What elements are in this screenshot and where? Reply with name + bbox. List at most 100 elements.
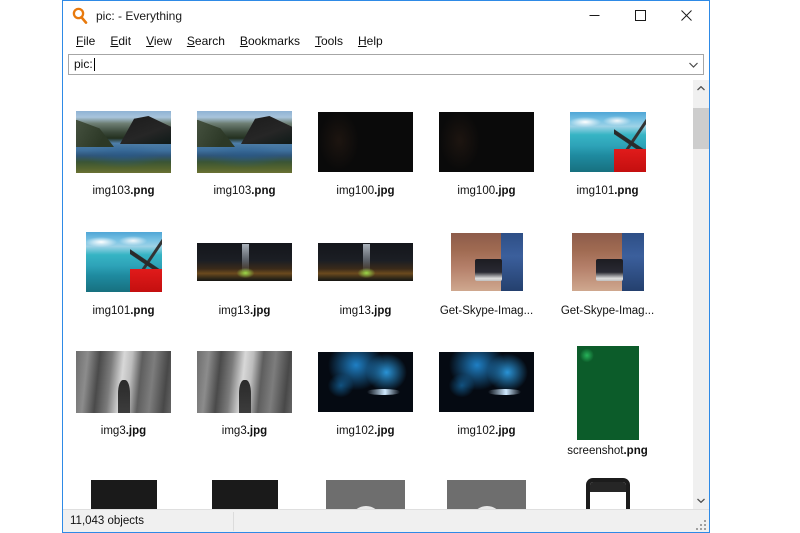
file-label: img103.png	[214, 185, 276, 198]
list-item[interactable]: img103.png	[63, 98, 184, 218]
file-thumbnail	[197, 111, 292, 173]
thumbnail-frame	[570, 104, 646, 180]
list-item[interactable]: img100.jpg	[426, 98, 547, 218]
menu-tools[interactable]: Tools	[308, 33, 351, 49]
close-button[interactable]	[663, 1, 709, 30]
menu-file[interactable]: File	[69, 33, 103, 49]
file-basename: img13	[340, 305, 371, 317]
menu-view-label: iew	[154, 34, 172, 48]
list-item[interactable]: img102.jpg	[305, 338, 426, 458]
menu-edit[interactable]: Edit	[103, 33, 139, 49]
search-input[interactable]: pic:	[68, 54, 704, 75]
menu-edit-label: dit	[118, 34, 131, 48]
thumbnail-frame	[318, 224, 413, 300]
menu-help-label: elp	[367, 34, 383, 48]
file-thumbnail	[91, 480, 157, 509]
menu-bar: File Edit View Search Bookmarks Tools He…	[63, 30, 709, 51]
thumbnail-frame	[212, 464, 278, 509]
list-item[interactable]: img103.png	[184, 98, 305, 218]
file-extension: .jpg	[250, 305, 270, 317]
file-basename: img101	[93, 305, 131, 317]
list-item[interactable]	[63, 458, 184, 509]
file-thumbnail	[76, 111, 171, 173]
minimize-button[interactable]	[571, 1, 617, 30]
list-item[interactable]: screenshot.png	[547, 338, 668, 458]
thumbnail-frame	[318, 344, 413, 420]
file-label: screenshot.png	[567, 445, 648, 458]
thumbnail-frame	[86, 224, 162, 300]
file-extension: .png	[623, 445, 647, 457]
thumbnail-frame	[577, 344, 639, 440]
vertical-scrollbar[interactable]	[692, 80, 709, 509]
file-thumbnail	[76, 351, 171, 413]
file-basename: img3	[101, 425, 126, 437]
thumbnail-frame	[572, 224, 644, 300]
file-basename: img102	[457, 425, 495, 437]
file-label: img101.png	[577, 185, 639, 198]
thumbnail-frame	[439, 104, 534, 180]
file-label: img102.jpg	[457, 425, 515, 438]
scroll-down-button[interactable]	[693, 492, 709, 509]
thumbnail-frame	[326, 464, 405, 509]
file-extension: .jpg	[374, 425, 394, 437]
chevron-down-icon[interactable]	[684, 55, 703, 74]
list-item[interactable]	[184, 458, 305, 509]
scroll-up-icon	[697, 86, 705, 91]
scroll-up-button[interactable]	[693, 80, 709, 97]
file-thumbnail	[212, 480, 278, 509]
file-thumbnail	[197, 243, 292, 281]
list-item[interactable]: img102.jpg	[426, 338, 547, 458]
list-item[interactable]: img101.png	[547, 98, 668, 218]
list-item[interactable]: img13.jpg	[184, 218, 305, 338]
file-basename: Get-Skype-Imag...	[440, 305, 533, 317]
menu-bookmarks-label: ookmarks	[248, 34, 300, 48]
scrollbar-thumb[interactable]	[693, 108, 709, 149]
scrollbar-track[interactable]	[693, 97, 709, 492]
thumbnail-frame	[451, 224, 523, 300]
file-label: img3.jpg	[222, 425, 267, 438]
list-item[interactable]	[305, 458, 426, 509]
file-basename: img3	[222, 425, 247, 437]
resize-grip-icon[interactable]	[694, 518, 706, 530]
list-item[interactable]: img101.png	[63, 218, 184, 338]
file-label: img100.jpg	[457, 185, 515, 198]
menu-bookmarks[interactable]: Bookmarks	[233, 33, 308, 49]
list-item[interactable]	[547, 458, 668, 509]
list-item[interactable]: Get-Skype-Imag...	[426, 218, 547, 338]
list-item[interactable]	[426, 458, 547, 509]
file-label: img101.png	[93, 305, 155, 318]
list-item[interactable]: Get-Skype-Imag...	[547, 218, 668, 338]
menu-search[interactable]: Search	[180, 33, 233, 49]
window-title: pic: - Everything	[96, 9, 182, 23]
title-bar[interactable]: pic: - Everything	[63, 1, 709, 30]
file-thumbnail	[451, 233, 523, 291]
search-bar-row: pic:	[63, 51, 709, 79]
search-input-value: pic:	[69, 55, 93, 74]
thumbnail-grid-viewport[interactable]: img103.png img103.png img100.jpg img100.…	[63, 80, 692, 509]
list-item[interactable]: img100.jpg	[305, 98, 426, 218]
menu-tools-label: ools	[321, 34, 343, 48]
file-thumbnail	[586, 478, 630, 509]
list-item[interactable]: img3.jpg	[63, 338, 184, 458]
file-basename: img102	[336, 425, 374, 437]
maximize-button[interactable]	[617, 1, 663, 30]
file-extension: .jpg	[371, 305, 391, 317]
file-basename: img13	[219, 305, 250, 317]
table-row: img103.png img103.png img100.jpg img100.…	[63, 98, 692, 218]
close-icon	[681, 10, 692, 21]
list-item[interactable]: img13.jpg	[305, 218, 426, 338]
file-label: img100.jpg	[336, 185, 394, 198]
minimize-icon	[589, 10, 600, 21]
file-label: img13.jpg	[340, 305, 392, 318]
file-label: Get-Skype-Imag...	[440, 305, 533, 318]
list-item[interactable]: img3.jpg	[184, 338, 305, 458]
menu-search-label: earch	[195, 34, 225, 48]
file-thumbnail	[197, 351, 292, 413]
table-row: img101.png img13.jpg img13.jpg Get-Skype…	[63, 218, 692, 338]
menu-view[interactable]: View	[139, 33, 180, 49]
file-thumbnail	[439, 112, 534, 172]
file-basename: screenshot	[567, 445, 623, 457]
menu-help[interactable]: Help	[351, 33, 391, 49]
thumbnail-frame	[91, 464, 157, 509]
file-thumbnail	[318, 112, 413, 172]
